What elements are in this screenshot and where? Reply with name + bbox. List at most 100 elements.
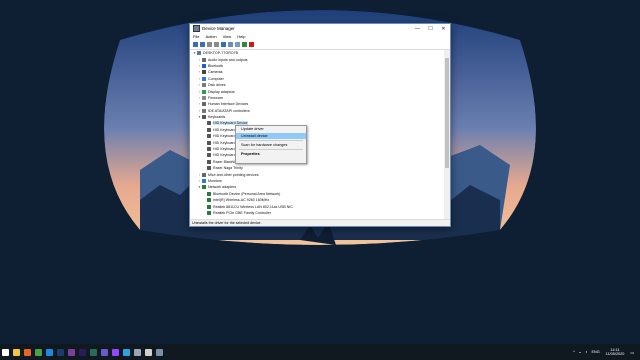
network-icon[interactable]: ◒ [579,350,581,354]
firefox-icon[interactable] [22,344,33,360]
app-glyph [112,348,119,356]
device-icon [207,198,211,203]
device-manager-icon [193,25,200,32]
tree-item-label: Bluetooth [208,63,224,68]
tree-item-label: Mice and other pointing devices [208,172,259,177]
context-menu-item[interactable]: Scan for hardware changes [236,142,306,149]
menu-separator [239,140,303,141]
app-glyph [57,348,64,356]
notification-icon[interactable]: ▭ [630,350,634,355]
menu-action[interactable]: Action [205,34,216,39]
window-title: Device Manager [202,26,235,31]
app-glyph [145,348,152,356]
device-manager-icon[interactable] [154,344,165,360]
app-glyph [90,348,97,356]
language-indicator[interactable]: ENG [591,350,599,354]
obs-icon[interactable] [143,344,154,360]
device-icon [202,63,206,68]
device-manager-window[interactable]: Device Manager — ☐ ✕ File Action View He… [189,23,451,227]
clock[interactable]: 14:11 11/05/2020 [606,348,625,357]
settings-icon[interactable] [44,344,55,360]
illustrator-icon[interactable] [66,344,77,360]
device-icon [202,102,206,107]
properties-icon[interactable] [221,42,226,47]
tree-item-label: Audio inputs and outputs [208,57,248,62]
taskbar-apps [0,344,165,360]
windows-start-icon[interactable] [0,344,11,360]
device-icon [207,127,211,132]
menu-separator [239,149,303,150]
maximize-button[interactable]: ☐ [424,24,437,33]
headphones-icon[interactable] [99,344,110,360]
volume-icon[interactable]: ◖ [585,350,587,354]
tree-item-label: Computer [208,76,224,81]
app-glyph [2,348,9,356]
premiere-icon[interactable] [77,344,88,360]
audition-icon[interactable] [88,344,99,360]
tree-item-label: Cameras [208,70,223,75]
telegram-icon[interactable] [121,344,132,360]
tree-item-label: Network adapters [208,185,237,190]
device-icon [207,191,211,196]
twitch-icon[interactable] [110,344,121,360]
tree-item-label: Disk drives [208,83,226,88]
device-icon [202,76,206,81]
minimize-button[interactable]: — [411,24,424,33]
tree-item-label: Realtek 8811CU Wireless LAN 802.11ac USB… [213,204,293,209]
device-icon [207,153,211,158]
device-icon [202,179,206,183]
tree-item-label: Intel(R) Wireless-AC 9260 160MHz [213,198,270,203]
device-icon [202,89,206,94]
close-button[interactable]: ✕ [437,24,450,33]
title-bar[interactable]: Device Manager — ☐ ✕ [190,24,450,33]
device-icon [202,70,206,75]
photoshop-icon[interactable] [55,344,66,360]
menu-file[interactable]: File [193,34,199,39]
update-driver-icon[interactable] [235,42,240,47]
app-glyph [101,348,108,356]
device-tree[interactable]: ▾ DESKTOP-7TGRO7B › Audio inputs and output… [190,50,444,220]
menu-help[interactable]: Help [237,34,245,39]
forward-icon[interactable] [200,42,205,47]
tree-item-label: Human Interface Devices [208,102,249,107]
file-explorer-icon[interactable] [11,344,22,360]
tray-chevron[interactable]: ^ [573,350,575,354]
app-glyph [35,348,42,356]
tree-item-label: Display adaptors [208,89,235,94]
device-icon [202,83,206,88]
app-glyph [24,348,31,356]
clock-date: 11/05/2020 [605,352,625,356]
app-glyph [156,348,163,356]
device-icon [207,147,211,152]
context-menu[interactable]: Update driver Uninstall device Scan for ha… [235,125,307,164]
tree-item-label: IDE ATA/ATAPI controllers [208,108,250,113]
scan-icon[interactable] [242,42,247,47]
context-menu-item[interactable]: Uninstall device [236,132,306,139]
menu-bar: File Action View Help [190,33,450,40]
steam-icon[interactable] [132,344,143,360]
uninstall-icon[interactable] [249,42,254,47]
device-icon [202,95,206,100]
monitor-icon[interactable] [228,42,233,47]
app-glyph [46,348,53,356]
scrollbar-thumb[interactable] [445,58,449,168]
tree-item-label: Realtek PCIe GBE Family Controller [213,210,271,215]
taskbar: ^ ◒ ◖ ENG 14:11 11/05/2020 ▭ [0,344,640,360]
device-icon [207,166,211,171]
toolbar [190,40,450,50]
context-menu-item[interactable]: Properties [236,151,306,158]
tree-item-label: Firmware [208,95,223,100]
menu-view[interactable]: View [223,34,232,39]
app-glyph [79,348,86,356]
tree-item-label: DESKTOP-7TGRO7B [203,51,239,56]
grid-icon[interactable] [207,42,212,47]
vertical-scrollbar[interactable] [444,50,450,220]
help-icon[interactable] [214,42,219,47]
app-glyph [123,348,130,356]
tree-item[interactable]: Realtek PCIe GBE Family Controller [190,210,444,216]
device-icon [202,115,206,120]
chrome-icon[interactable] [33,344,44,360]
device-icon [207,140,211,145]
back-icon[interactable] [193,42,198,47]
device-icon [202,185,206,190]
